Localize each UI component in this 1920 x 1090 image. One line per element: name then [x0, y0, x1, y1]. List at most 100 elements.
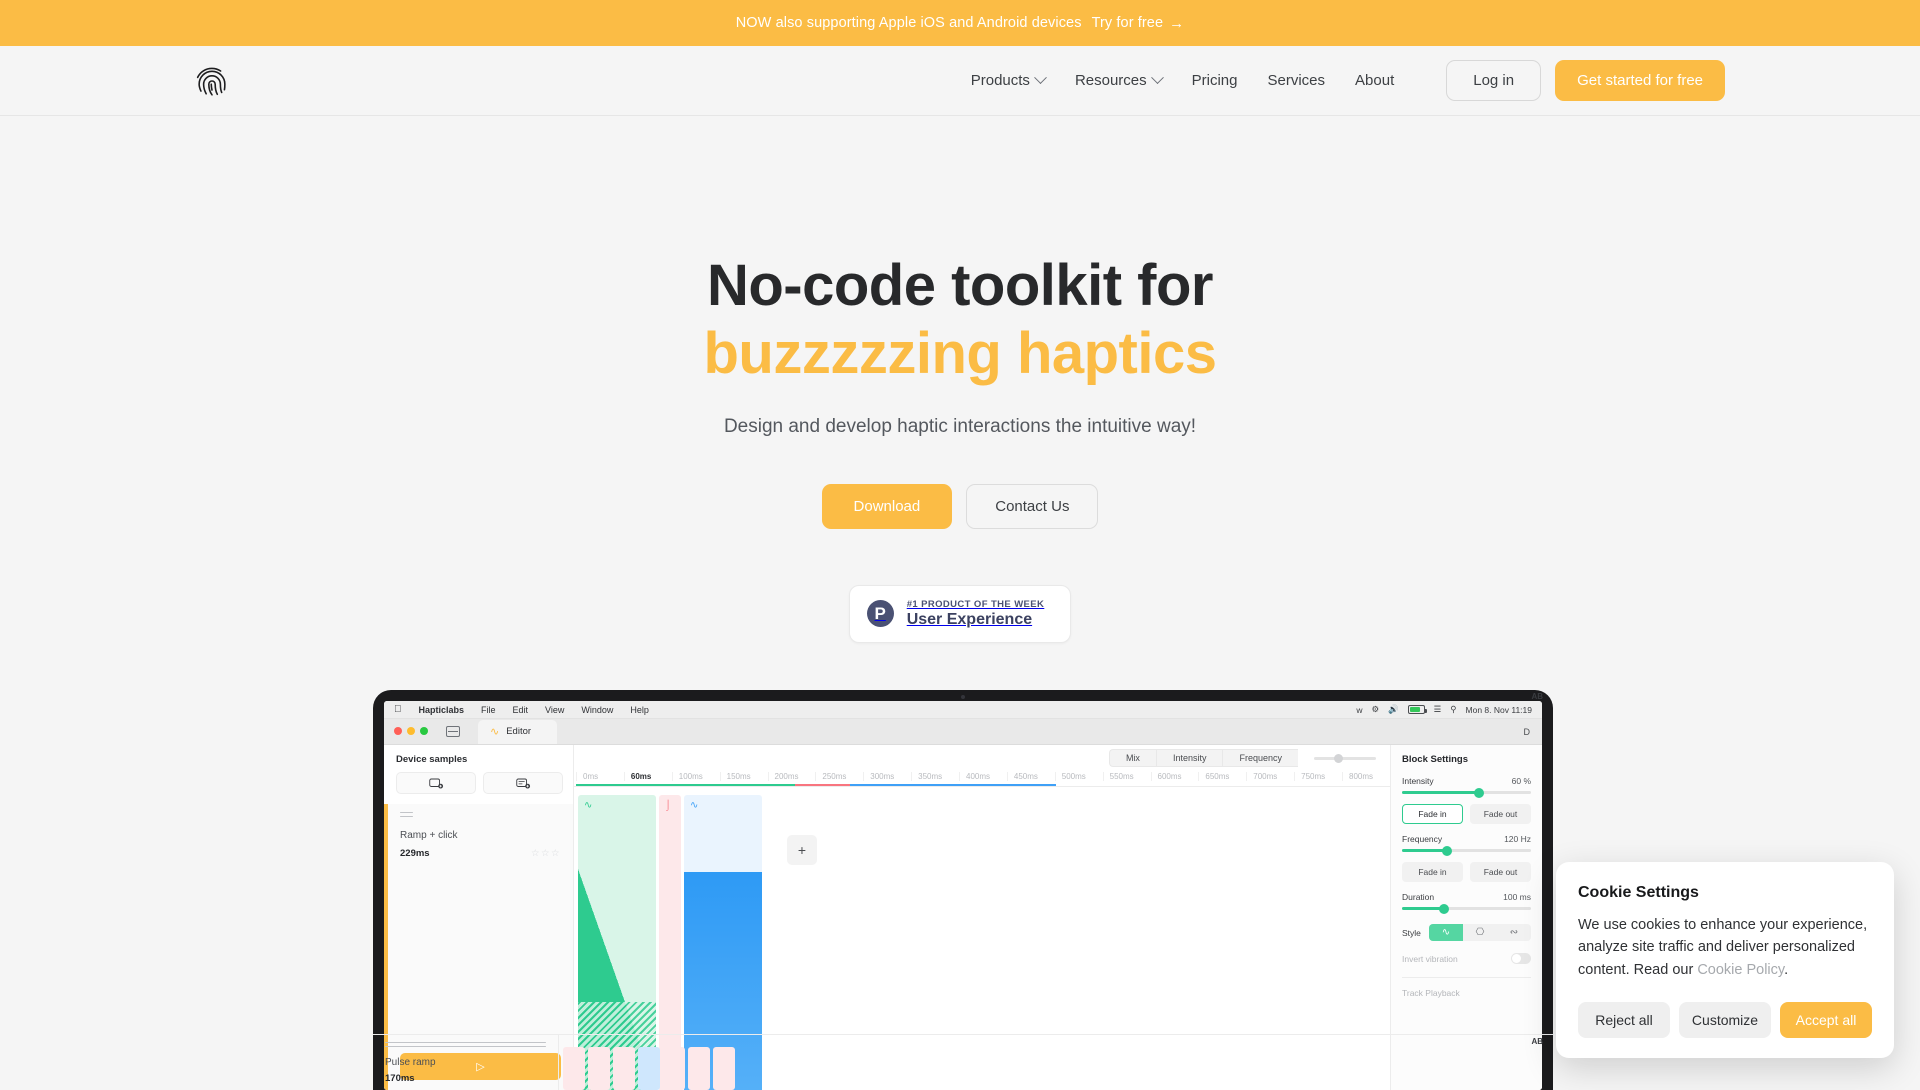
sample-name: Ramp + click — [400, 830, 561, 841]
frequency-fade-out-button[interactable]: Fade out — [1470, 862, 1531, 882]
haptic-block-pink[interactable] — [663, 1047, 685, 1090]
close-icon[interactable] — [394, 727, 402, 735]
ruler-tick: 800ms — [1342, 772, 1390, 781]
timeline-ruler[interactable]: 0ms 60ms 100ms 150ms 200ms 250ms 300ms 3… — [574, 767, 1390, 787]
bluetooth-icon[interactable]: w — [1356, 705, 1362, 715]
customize-button[interactable]: Customize — [1679, 1002, 1771, 1038]
rating-stars-icon[interactable]: ☆☆☆ — [531, 848, 561, 859]
cookie-policy-link[interactable]: Cookie Policy — [1697, 962, 1784, 978]
block-settings-title: Block Settings — [1402, 754, 1531, 765]
haptic-block-pink[interactable] — [588, 1047, 610, 1090]
style-sine-icon[interactable]: ∿ — [1429, 924, 1463, 941]
menu-item-window[interactable]: Window — [581, 705, 613, 715]
track-playback-label: Track Playback — [1402, 988, 1531, 998]
row2-duration: 170ms — [385, 1073, 546, 1084]
ruler-tick: 250ms — [815, 772, 863, 781]
menu-item-help[interactable]: Help — [630, 705, 649, 715]
tab-intensity[interactable]: Intensity — [1156, 749, 1223, 767]
drag-handle-icon[interactable] — [400, 812, 413, 820]
product-badge-wrap: P #1 PRODUCT OF THE WEEK User Experience — [0, 585, 1920, 643]
get-started-button[interactable]: Get started for free — [1555, 60, 1725, 101]
ruler-tick: 750ms — [1294, 772, 1342, 781]
accept-all-button[interactable]: Accept all — [1780, 1002, 1872, 1038]
announcement-cta-label: Try for free — [1092, 15, 1164, 31]
duration-value: 100 ms — [1503, 892, 1531, 902]
hero-subtitle: Design and develop haptic interactions t… — [0, 416, 1920, 438]
battery-icon[interactable] — [1408, 705, 1425, 714]
frequency-slider[interactable] — [1402, 849, 1531, 852]
haptic-block-pink[interactable] — [688, 1047, 710, 1090]
hero-buttons: Download Contact Us — [0, 484, 1920, 529]
nav-item-about[interactable]: About — [1355, 72, 1394, 89]
style-label: Style — [1402, 928, 1421, 938]
ruler-tick: 500ms — [1055, 772, 1103, 781]
contact-us-button[interactable]: Contact Us — [966, 484, 1098, 529]
wifi-icon[interactable]: ☰ — [1434, 704, 1442, 715]
search-icon[interactable]: ⚲ — [1450, 704, 1456, 715]
add-block-button[interactable]: + — [787, 835, 817, 865]
add-track-button[interactable] — [483, 772, 563, 794]
download-button[interactable]: Download — [822, 484, 953, 529]
timeline-panel: Mix Intensity Frequency 0ms 60ms 100ms 1… — [574, 745, 1390, 1090]
tab-editor-label: Editor — [506, 726, 531, 737]
waveform-icon: ∿ — [584, 800, 592, 811]
tab-editor[interactable]: ∿ Editor — [478, 720, 557, 744]
drag-handle-icon[interactable] — [385, 1042, 546, 1047]
style-square-icon[interactable]: ⎔ — [1463, 924, 1497, 941]
badge-kicker: #1 PRODUCT OF THE WEEK — [907, 599, 1045, 610]
control-center-icon[interactable]: ⚙ — [1371, 704, 1379, 715]
ruler-progress-bar — [576, 784, 1261, 786]
volume-icon[interactable]: 🔊 — [1388, 704, 1399, 715]
menu-item-edit[interactable]: Edit — [513, 705, 529, 715]
style-curve-icon[interactable]: ∾ — [1497, 924, 1531, 941]
add-device-sample-button[interactable] — [396, 772, 476, 794]
ruler-tick: 450ms — [1007, 772, 1055, 781]
duration-slider[interactable] — [1402, 907, 1531, 910]
intensity-fade-in-button[interactable]: Fade in — [1402, 804, 1463, 824]
nav-item-products[interactable]: Products — [971, 72, 1045, 89]
invert-vibration-row: Invert vibration — [1402, 953, 1531, 964]
haptic-block-pink[interactable] — [563, 1047, 585, 1090]
minimize-icon[interactable] — [407, 727, 415, 735]
window-traffic-lights — [394, 718, 428, 744]
intensity-label: Intensity — [1402, 776, 1434, 786]
second-track-row[interactable]: Pulse ramp 170ms AB — [384, 1034, 1542, 1090]
frequency-row: Frequency 120 Hz — [1402, 834, 1531, 844]
waveform-icon: ∿ — [690, 800, 698, 811]
menu-item-file[interactable]: File — [481, 705, 496, 715]
invert-vibration-toggle[interactable] — [1511, 953, 1531, 964]
nav-item-pricing[interactable]: Pricing — [1192, 72, 1238, 89]
haptic-block-blue[interactable] — [638, 1047, 660, 1090]
menubar-clock[interactable]: Mon 8. Nov 11:19 — [1466, 705, 1532, 715]
logo-link[interactable] — [195, 64, 229, 98]
login-button[interactable]: Log in — [1446, 60, 1541, 101]
reject-all-button[interactable]: Reject all — [1578, 1002, 1670, 1038]
nav-item-resources[interactable]: Resources — [1075, 72, 1162, 89]
tab-frequency[interactable]: Frequency — [1222, 749, 1298, 767]
hero-title-line2: buzzzzzing haptics — [704, 321, 1217, 386]
frequency-fade-in-button[interactable]: Fade in — [1402, 862, 1463, 882]
zoom-slider[interactable] — [1314, 757, 1376, 760]
nav-item-services[interactable]: Services — [1268, 72, 1326, 89]
haptic-block-pink[interactable] — [613, 1047, 635, 1090]
menu-item-hapticlabs[interactable]: Hapticlabs — [419, 705, 465, 715]
ruler-tick: 300ms — [863, 772, 911, 781]
laptop-camera-icon — [961, 695, 965, 699]
announcement-cta-link[interactable]: Try for free → — [1092, 15, 1185, 31]
sidebar-toggle-icon[interactable] — [446, 726, 460, 737]
ruler-tick: 200ms — [768, 772, 816, 781]
intensity-fade-out-button[interactable]: Fade out — [1470, 804, 1531, 824]
maximize-icon[interactable] — [420, 727, 428, 735]
arrow-right-icon: → — [1169, 16, 1184, 31]
sample-meta: 229ms ☆☆☆ — [400, 848, 561, 859]
tab-mix[interactable]: Mix — [1109, 749, 1156, 767]
haptic-block-pink[interactable] — [713, 1047, 735, 1090]
avatar[interactable]: D — [1524, 727, 1531, 737]
product-hunt-badge[interactable]: P #1 PRODUCT OF THE WEEK User Experience — [849, 585, 1072, 643]
menu-item-view[interactable]: View — [545, 705, 564, 715]
ruler-tick-active: 60ms — [624, 772, 672, 781]
intensity-slider[interactable] — [1402, 791, 1531, 794]
apple-icon[interactable]:  — [394, 704, 402, 715]
ruler-tick: 600ms — [1151, 772, 1199, 781]
invert-vibration-label: Invert vibration — [1402, 954, 1458, 964]
